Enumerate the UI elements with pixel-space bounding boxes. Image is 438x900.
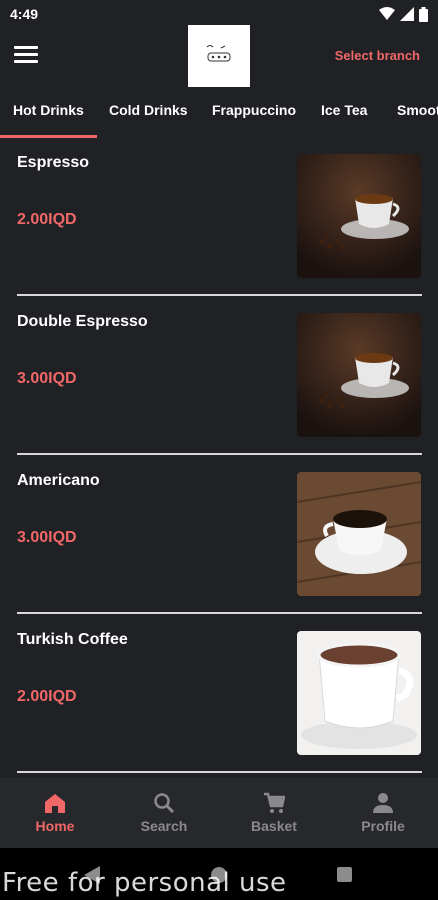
logo <box>188 25 250 87</box>
item-price: 2.00IQD <box>17 211 77 228</box>
espresso-cup-icon <box>297 313 421 437</box>
menu-icon[interactable] <box>14 46 38 66</box>
nav-search[interactable]: Search <box>109 778 219 848</box>
nav-basket-label: Basket <box>251 818 297 834</box>
status-icons <box>379 6 428 22</box>
list-item[interactable]: Turkish Coffee 2.00IQD <box>0 615 438 773</box>
turkish-coffee-cup-icon <box>297 631 421 755</box>
nav-profile[interactable]: Profile <box>328 778 438 848</box>
battery-icon <box>419 6 428 22</box>
americano-cup-icon <box>297 472 421 596</box>
category-tabs: Hot Drinks Cold Drinks Frappuccino Ice T… <box>0 90 438 138</box>
bottom-nav: Home Search Basket Profile <box>0 778 438 848</box>
search-icon <box>154 793 175 814</box>
item-name: Americano <box>17 472 100 489</box>
item-price: 3.00IQD <box>17 529 77 546</box>
nav-home-label: Home <box>35 818 75 834</box>
nav-search-label: Search <box>140 818 188 834</box>
list-item[interactable]: Double Espresso 3.00IQD <box>0 297 438 455</box>
select-branch-link[interactable]: Select branch <box>335 48 420 63</box>
divider <box>17 612 422 614</box>
divider <box>17 294 422 296</box>
app-header: Select branch <box>0 25 438 90</box>
home-icon <box>45 794 65 813</box>
espresso-cup-icon <box>297 154 421 278</box>
tab-smoothies[interactable]: Smoot <box>397 102 438 118</box>
person-icon <box>373 793 393 813</box>
divider <box>17 771 422 773</box>
divider <box>17 453 422 455</box>
watermark: Free for personal use <box>2 868 287 898</box>
item-price: 2.00IQD <box>17 688 77 705</box>
wifi-icon <box>379 7 395 20</box>
nav-profile-label: Profile <box>361 818 405 834</box>
logo-mark-icon <box>206 45 231 62</box>
list-item[interactable]: Espresso 2.00IQD <box>0 138 438 296</box>
item-name: Espresso <box>17 154 90 171</box>
cart-icon <box>264 792 285 813</box>
nav-basket[interactable]: Basket <box>219 778 329 848</box>
tab-hot-drinks[interactable]: Hot Drinks <box>13 102 84 118</box>
tab-ice-tea[interactable]: Ice Tea <box>321 102 367 118</box>
recent-apps-icon[interactable] <box>337 867 352 882</box>
product-list: Espresso 2.00IQD Double Espresso 3.00IQD <box>0 138 438 778</box>
item-price: 3.00IQD <box>17 370 77 387</box>
nav-home[interactable]: Home <box>0 778 110 848</box>
list-item[interactable]: Americano 3.00IQD <box>0 456 438 614</box>
tab-cold-drinks[interactable]: Cold Drinks <box>109 102 188 118</box>
tab-frappuccino[interactable]: Frappuccino <box>212 102 296 118</box>
status-bar: 4:49 <box>0 0 438 28</box>
item-name: Turkish Coffee <box>17 631 128 648</box>
status-time: 4:49 <box>10 6 39 22</box>
item-name: Double Espresso <box>17 313 148 330</box>
signal-icon <box>400 7 414 21</box>
